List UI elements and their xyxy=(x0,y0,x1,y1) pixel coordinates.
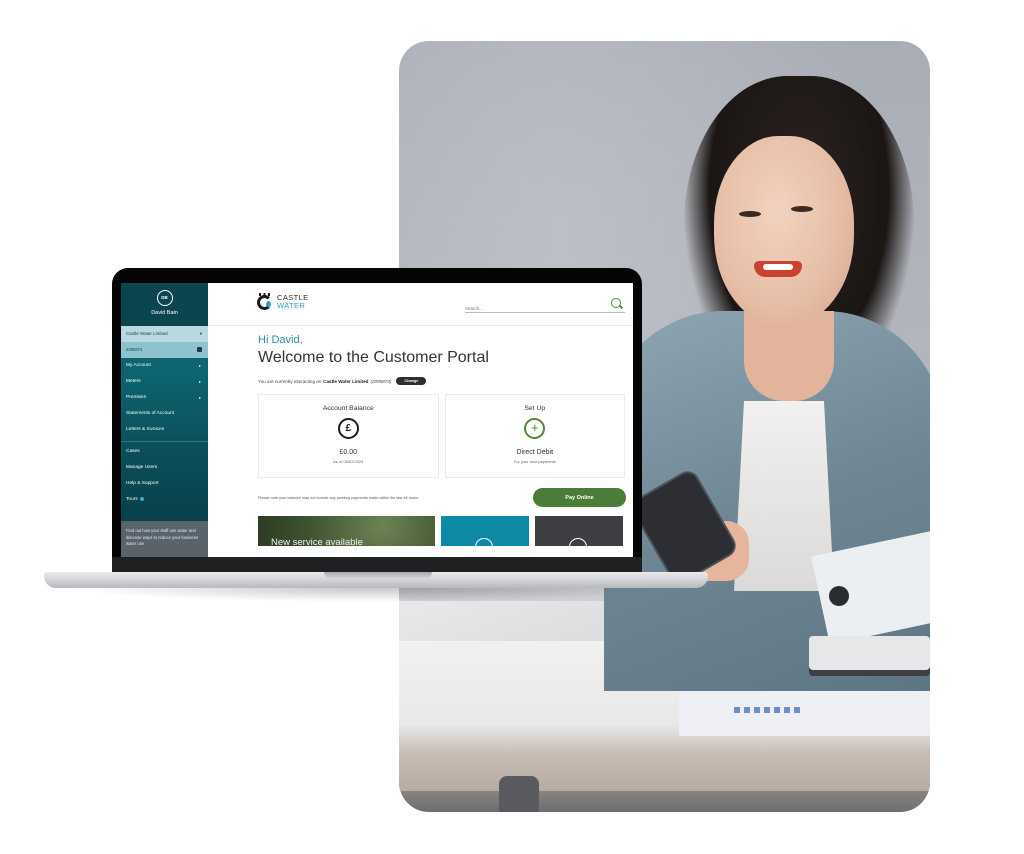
sidebar-item-premises[interactable]: Premises ▸ xyxy=(121,390,208,406)
sidebar-nav: My Account ▸ Meters ▸ Premises ▸ Stateme… xyxy=(121,358,208,508)
laptop-notch xyxy=(324,572,432,578)
chevron-right-icon: ▸ xyxy=(198,363,201,368)
top-bar: CASTLE WATER xyxy=(208,283,633,326)
photo-eye-left xyxy=(739,211,761,217)
account-number-row[interactable]: 2095874 xyxy=(121,342,208,358)
sidebar-item-tours[interactable]: Tours xyxy=(121,492,208,508)
page-title: Welcome to the Customer Portal xyxy=(258,349,489,366)
interacting-company: Castle Water Limited xyxy=(323,378,369,384)
sidebar: DB David Bain Castle Water Limited ▾ 209… xyxy=(121,283,208,557)
greeting: Hi David, xyxy=(258,334,303,346)
search-bar xyxy=(465,297,625,316)
sidebar-item-letters-invoices[interactable]: Letters & Invoices xyxy=(121,422,208,438)
sidebar-item-meters[interactable]: Meters ▸ xyxy=(121,374,208,390)
plus-icon: + xyxy=(524,418,546,439)
interacting-account: (2095874) xyxy=(370,378,392,384)
logo-text: CASTLE WATER xyxy=(277,294,309,309)
chevron-down-icon: ▾ xyxy=(199,331,202,336)
interacting-as: You are currently interacting as Castle … xyxy=(258,377,625,385)
photo-eye-right xyxy=(791,206,813,212)
notification-dot-icon xyxy=(140,496,145,501)
chevron-right-icon: ▸ xyxy=(198,379,201,384)
sidebar-promo-text: Find out how your staff use water and di… xyxy=(126,528,198,546)
profile[interactable]: DB David Bain xyxy=(121,283,208,326)
new-service-label: New service available xyxy=(271,537,363,546)
photo-face xyxy=(714,136,854,326)
balance-date: As of 06/02/2024 xyxy=(333,459,364,464)
sidebar-item-cases[interactable]: Cases xyxy=(121,444,208,460)
sidebar-item-label: My Account xyxy=(126,363,151,368)
dashboard: Hi David, Welcome to the Customer Portal… xyxy=(208,326,626,546)
sidebar-divider xyxy=(121,441,208,442)
company-select[interactable]: Castle Water Limited ▾ xyxy=(121,326,208,342)
card-title: Set Up xyxy=(524,405,546,412)
photo-coat-button xyxy=(829,586,849,606)
change-account-button[interactable]: Change xyxy=(396,377,427,385)
logo-line-2: WATER xyxy=(277,300,306,310)
sidebar-item-label: Letters & Invoices xyxy=(126,427,165,432)
sidebar-item-label: Meters xyxy=(126,379,141,384)
photo-document-chart xyxy=(734,707,804,713)
balance-note: Please note your balance may not include… xyxy=(258,495,420,500)
company-select-value: Castle Water Limited xyxy=(126,331,168,336)
laptop-screen: DB David Bain Castle Water Limited ▾ 209… xyxy=(121,283,633,557)
castle-water-logo[interactable]: CASTLE WATER xyxy=(256,293,309,310)
sidebar-item-label: Help & Support xyxy=(126,481,159,486)
sidebar-item-label: Tours xyxy=(126,497,138,502)
water-drop-icon xyxy=(266,301,271,307)
laptop-shadow xyxy=(70,588,670,602)
chevron-right-icon: ▸ xyxy=(198,395,201,400)
account-balance-card[interactable]: Account Balance £ £0.00 As of 06/02/2024 xyxy=(258,394,439,478)
laptop-bezel-bottom xyxy=(112,557,642,572)
tile-icon xyxy=(569,538,587,546)
account-number: 2095874 xyxy=(126,347,143,352)
photo-keyboard xyxy=(809,636,930,670)
direct-debit-label: Direct Debit xyxy=(516,449,554,456)
avatar[interactable]: DB xyxy=(156,290,173,306)
balance-value: £0.00 xyxy=(339,449,358,456)
feature-tiles: New service available xyxy=(258,516,625,546)
copy-icon[interactable] xyxy=(197,347,202,352)
pound-icon: £ xyxy=(337,418,359,439)
photo-chair xyxy=(499,776,539,812)
main-content: CASTLE WATER Hi David, Welcome to the Cu… xyxy=(208,283,633,557)
castle-logo-icon xyxy=(256,293,273,310)
sidebar-promo[interactable]: Find out how your staff use water and di… xyxy=(121,521,208,557)
new-service-tile[interactable]: New service available xyxy=(258,516,435,546)
card-title: Account Balance xyxy=(322,405,374,412)
sidebar-item-label: Statements of Account xyxy=(126,411,174,416)
search-input[interactable] xyxy=(465,301,595,316)
interacting-prefix: You are currently interacting as xyxy=(258,378,322,384)
sidebar-item-my-account[interactable]: My Account ▸ xyxy=(121,358,208,374)
payment-row: Please note your balance may not include… xyxy=(258,488,626,507)
pay-online-button[interactable]: Pay Online xyxy=(533,488,626,507)
profile-name: David Bain xyxy=(151,310,178,316)
feature-tile-teal[interactable] xyxy=(441,516,529,546)
tile-icon xyxy=(475,538,493,546)
sidebar-item-statements[interactable]: Statements of Account xyxy=(121,406,208,422)
photo-document xyxy=(679,686,930,736)
sidebar-item-manage-users[interactable]: Manage Users xyxy=(121,460,208,476)
feature-tile-dark[interactable] xyxy=(535,516,623,546)
sidebar-item-help-support[interactable]: Help & Support xyxy=(121,476,208,492)
direct-debit-card[interactable]: Set Up + Direct Debit For your next paym… xyxy=(444,394,625,478)
sidebar-item-label: Cases xyxy=(126,449,140,454)
summary-cards: Account Balance £ £0.00 As of 06/02/2024… xyxy=(258,394,625,478)
photo-smile xyxy=(754,261,802,277)
direct-debit-sub: For your next payments xyxy=(513,459,556,464)
search-icon[interactable] xyxy=(611,298,621,308)
sidebar-item-label: Manage Users xyxy=(126,465,158,470)
sidebar-item-label: Premises xyxy=(126,395,146,400)
